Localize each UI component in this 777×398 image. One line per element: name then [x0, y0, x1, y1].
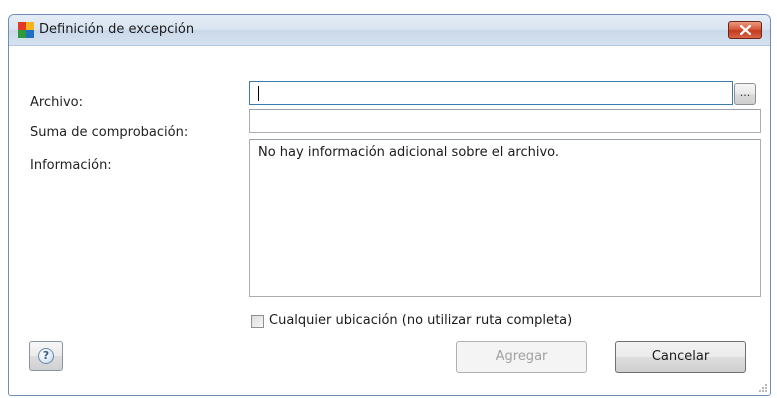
add-button[interactable]: Agregar — [456, 341, 587, 373]
checksum-input[interactable] — [249, 109, 761, 133]
info-label: Información: — [30, 158, 112, 173]
close-icon — [740, 25, 751, 35]
file-input[interactable] — [249, 81, 733, 105]
exception-dialog: Definición de excepción Archivo: ... Sum… — [8, 14, 771, 396]
text-caret — [258, 86, 259, 101]
help-button[interactable]: ? — [29, 341, 63, 371]
resize-grip-icon[interactable] — [757, 382, 767, 392]
checksum-label: Suma de comprobación: — [30, 125, 189, 140]
cancel-button[interactable]: Cancelar — [615, 341, 746, 373]
avg-logo-icon — [18, 22, 34, 38]
info-textarea[interactable]: No hay información adicional sobre el ar… — [249, 139, 761, 297]
file-label: Archivo: — [30, 95, 83, 110]
window-title: Definición de excepción — [39, 22, 195, 37]
help-icon: ? — [38, 348, 54, 364]
browse-button[interactable]: ... — [734, 83, 756, 105]
any-location-checkbox[interactable] — [251, 315, 264, 328]
close-button[interactable] — [728, 21, 762, 39]
any-location-label[interactable]: Cualquier ubicación (no utilizar ruta co… — [269, 313, 572, 328]
info-text: No hay información adicional sobre el ar… — [258, 145, 560, 160]
title-bar[interactable]: Definición de excepción — [9, 15, 770, 46]
